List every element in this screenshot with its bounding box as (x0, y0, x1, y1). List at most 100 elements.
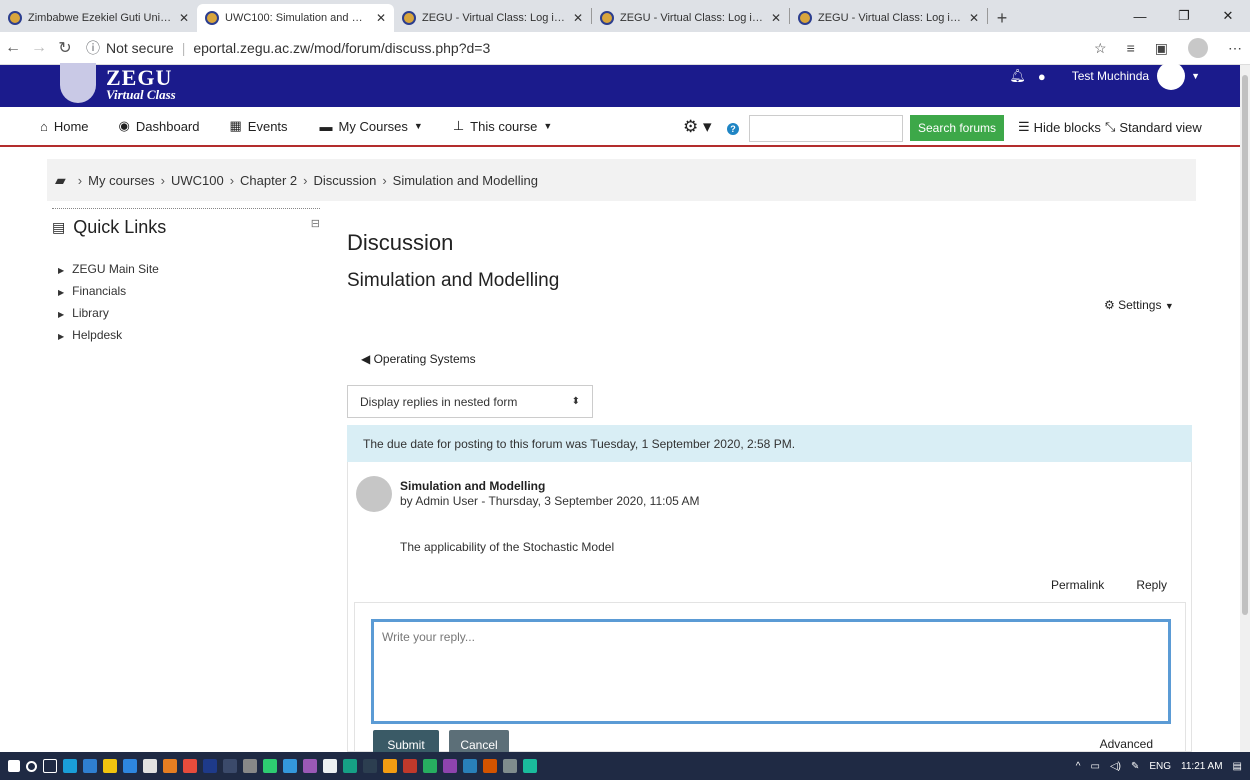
quick-link-item[interactable]: ▶ ZEGU Main Site (52, 262, 320, 276)
favorites-list-icon[interactable]: ≡ (1127, 40, 1135, 56)
taskbar-app-icon[interactable] (143, 759, 157, 773)
taskbar-app-icon[interactable] (363, 759, 377, 773)
breadcrumb-chapter[interactable]: Chapter 2 (240, 173, 297, 188)
taskbar-app-icon[interactable] (343, 759, 357, 773)
close-tab-icon[interactable]: ✕ (179, 11, 189, 25)
forward-icon[interactable]: → (26, 39, 52, 57)
language-indicator[interactable]: ENG (1149, 761, 1171, 772)
browser-tab-active[interactable]: UWC100: Simulation and Modelling ✕ (197, 4, 394, 32)
profile-avatar-icon[interactable] (1188, 38, 1208, 58)
taskbar-app-icon[interactable] (483, 759, 497, 773)
quick-link-label: Financials (72, 284, 127, 298)
close-tab-icon[interactable]: ✕ (573, 11, 583, 25)
pen-icon[interactable]: ✎ (1131, 761, 1139, 772)
taskbar-app-icon[interactable] (63, 759, 77, 773)
taskbar-app-icon[interactable] (103, 759, 117, 773)
task-view-icon[interactable] (43, 759, 57, 773)
volume-icon[interactable]: ◁) (1110, 761, 1121, 772)
author-avatar[interactable] (356, 476, 392, 512)
taskbar-app-icon[interactable] (183, 759, 197, 773)
breadcrumb-my-courses[interactable]: My courses (88, 173, 154, 188)
gear-icon[interactable]: ⚙ ▾ (683, 117, 712, 137)
search-icon[interactable] (26, 760, 37, 772)
close-tab-icon[interactable]: ✕ (376, 11, 386, 25)
nav-my-courses[interactable]: ▬ My Courses ▼ (320, 119, 423, 134)
taskbar-app-icon[interactable] (83, 759, 97, 773)
settings-menu[interactable]: ⚙ Settings ▼ (1104, 298, 1174, 312)
advanced-link[interactable]: Advanced (1100, 737, 1153, 751)
taskbar-app-icon[interactable] (463, 759, 477, 773)
previous-discussion-link[interactable]: ◀ Operating Systems (361, 352, 476, 366)
favorite-star-icon[interactable]: ☆ (1094, 40, 1107, 57)
quick-link-item[interactable]: ▶ Financials (52, 284, 320, 298)
taskbar-app-icon[interactable] (223, 759, 237, 773)
taskbar-app-icon[interactable] (503, 759, 517, 773)
collapse-block-icon[interactable]: ⊟ (311, 217, 320, 230)
notifications-icon[interactable]: ▤ (1233, 761, 1242, 772)
browser-tab[interactable]: ZEGU - Virtual Class: Log in to the site… (592, 4, 789, 32)
taskbar-app-icon[interactable] (443, 759, 457, 773)
quick-link-item[interactable]: ▶ Library (52, 306, 320, 320)
breadcrumb-current[interactable]: Simulation and Modelling (393, 173, 538, 188)
logo-title: ZEGU (106, 65, 173, 90)
breadcrumb-discussion[interactable]: Discussion (313, 173, 376, 188)
taskbar-app-icon[interactable] (383, 759, 397, 773)
restore-icon[interactable]: ❐ (1162, 0, 1206, 32)
notifications-bell-icon[interactable]: 🔔︎ (1009, 68, 1026, 84)
back-icon[interactable]: ← (0, 39, 26, 57)
nav-this-course[interactable]: ⊥ This course ▼ (453, 118, 552, 134)
breadcrumb-course[interactable]: UWC100 (171, 173, 224, 188)
browser-tab[interactable]: ZEGU - Virtual Class: Log in to the site… (394, 4, 591, 32)
taskbar-app-icon[interactable] (203, 759, 217, 773)
browser-tab[interactable]: ZEGU - Virtual Class: Log in to the site… (790, 4, 987, 32)
more-options-icon[interactable]: ⋯ (1228, 40, 1242, 57)
folder-icon[interactable]: ▰ (55, 172, 66, 189)
page-scrollbar[interactable] (1240, 65, 1250, 752)
messages-chat-icon[interactable]: ● (1038, 69, 1046, 84)
windows-start-icon[interactable] (8, 760, 20, 772)
calendar-icon: ▦ (229, 118, 242, 133)
network-icon[interactable]: ▭ (1090, 761, 1099, 772)
search-forums-button[interactable]: Search forums (910, 115, 1004, 141)
taskbar-app-icon[interactable] (243, 759, 257, 773)
taskbar-app-icon[interactable] (263, 759, 277, 773)
browser-tab[interactable]: Zimbabwe Ezekiel Guti University ✕ (0, 4, 197, 32)
nav-events[interactable]: ▦ Events (230, 118, 288, 134)
taskbar-app-icon[interactable] (423, 759, 437, 773)
user-menu-caret-icon[interactable]: ▼ (1191, 71, 1200, 81)
minimize-icon[interactable]: — (1118, 0, 1162, 32)
forum-search-input[interactable] (749, 115, 903, 142)
collections-icon[interactable]: ▣ (1155, 40, 1168, 57)
info-icon[interactable]: ⓘ (86, 38, 100, 58)
reply-textarea[interactable] (371, 619, 1171, 724)
nav-events-label: Events (247, 118, 288, 134)
user-name[interactable]: Test Muchinda (1072, 69, 1149, 83)
url-field[interactable]: ⓘ Not secure | eportal.zegu.ac.zw/mod/fo… (86, 38, 1094, 58)
close-window-icon[interactable]: ✕ (1206, 0, 1250, 32)
close-tab-icon[interactable]: ✕ (969, 11, 979, 25)
tray-chevron-up-icon[interactable]: ^ (1076, 761, 1081, 772)
clock[interactable]: 11:21 AM (1181, 761, 1223, 772)
reply-link[interactable]: Reply (1136, 578, 1167, 592)
taskbar-app-icon[interactable] (163, 759, 177, 773)
taskbar-app-icon[interactable] (283, 759, 297, 773)
new-tab-icon[interactable]: + (988, 4, 1016, 32)
close-tab-icon[interactable]: ✕ (771, 11, 781, 25)
taskbar-app-icon[interactable] (323, 759, 337, 773)
permalink-link[interactable]: Permalink (1051, 578, 1104, 592)
taskbar-app-icon[interactable] (303, 759, 317, 773)
nav-home[interactable]: ⌂ Home (40, 119, 89, 134)
display-mode-select[interactable]: Display replies in nested form ⬍ (347, 385, 593, 418)
standard-view-link[interactable]: ⤡ Standard view (1105, 119, 1202, 135)
user-avatar[interactable] (1157, 62, 1186, 90)
hide-blocks-link[interactable]: ☰ Hide blocks (1018, 119, 1101, 135)
taskbar-app-icon[interactable] (403, 759, 417, 773)
quick-link-item[interactable]: ▶ Helpdesk (52, 328, 320, 342)
taskbar-app-icon[interactable] (523, 759, 537, 773)
taskbar-app-icon[interactable] (123, 759, 137, 773)
refresh-icon[interactable]: ↻ (52, 38, 78, 58)
nav-dashboard[interactable]: ◉ Dashboard (119, 118, 200, 134)
help-icon[interactable]: ? (727, 123, 739, 135)
scrollbar-thumb[interactable] (1242, 75, 1248, 615)
site-logo[interactable]: ZEGU Virtual Class (60, 63, 176, 103)
